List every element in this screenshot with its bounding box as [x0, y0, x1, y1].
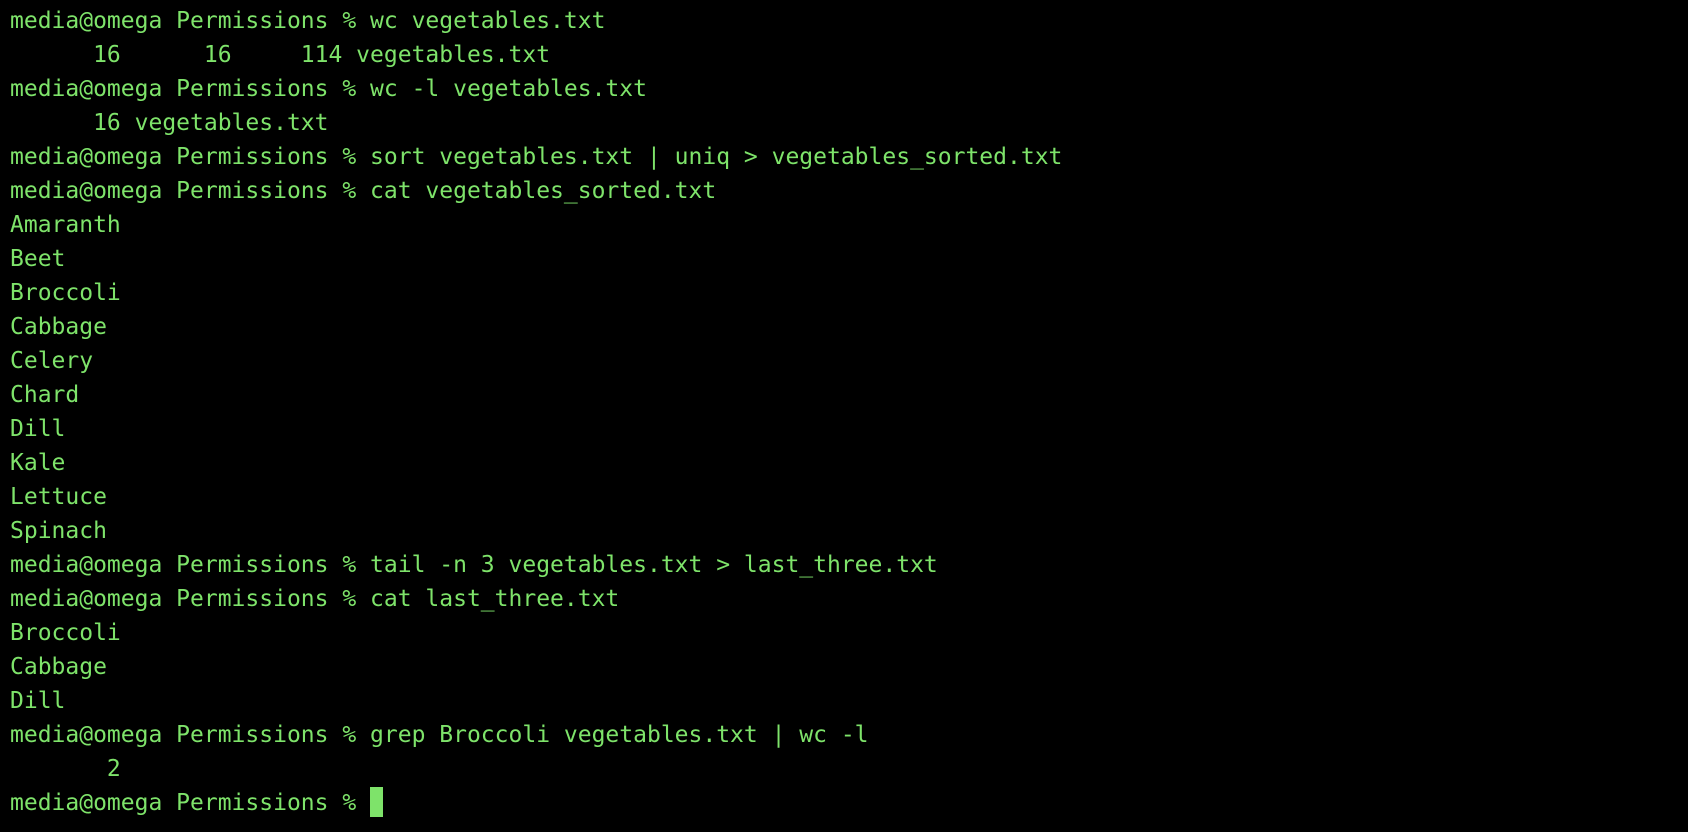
terminal-line: 16 16 114 vegetables.txt [10, 42, 551, 68]
terminal-line: Broccoli [10, 620, 121, 646]
terminal-window[interactable]: media@omega Permissions % wc vegetables.… [0, 0, 1688, 832]
terminal-line: Cabbage [10, 654, 107, 680]
terminal-line: media@omega Permissions % cat vegetables… [10, 178, 717, 204]
terminal-line: Chard [10, 382, 80, 408]
terminal-line: Amaranth [10, 212, 121, 238]
terminal-line: Celery [10, 348, 94, 374]
terminal-line: media@omega Permissions % tail -n 3 vege… [10, 552, 938, 578]
terminal-line: media@omega Permissions % wc -l vegetabl… [10, 76, 647, 102]
terminal-line: media@omega Permissions % cat last_three… [10, 586, 620, 612]
terminal-line: Beet [10, 246, 66, 272]
terminal-line: 2 [10, 756, 121, 782]
terminal-line: media@omega Permissions % wc vegetables.… [10, 8, 606, 34]
terminal-line: Kale [10, 450, 66, 476]
terminal-line: Cabbage [10, 314, 107, 340]
terminal-line: 16 vegetables.txt [10, 110, 329, 136]
terminal-line: Spinach [10, 518, 107, 544]
shell-prompt: media@omega Permissions % [10, 790, 371, 816]
terminal-line: Lettuce [10, 484, 107, 510]
terminal-line: media@omega Permissions % sort vegetable… [10, 144, 1063, 170]
terminal-line: Dill [10, 688, 66, 714]
command-input-line[interactable]: media@omega Permissions % [10, 786, 1688, 820]
text-cursor [370, 787, 384, 817]
terminal-line: media@omega Permissions % grep Broccoli … [10, 722, 869, 748]
terminal-line: Dill [10, 416, 66, 442]
terminal-line: Broccoli [10, 280, 121, 306]
